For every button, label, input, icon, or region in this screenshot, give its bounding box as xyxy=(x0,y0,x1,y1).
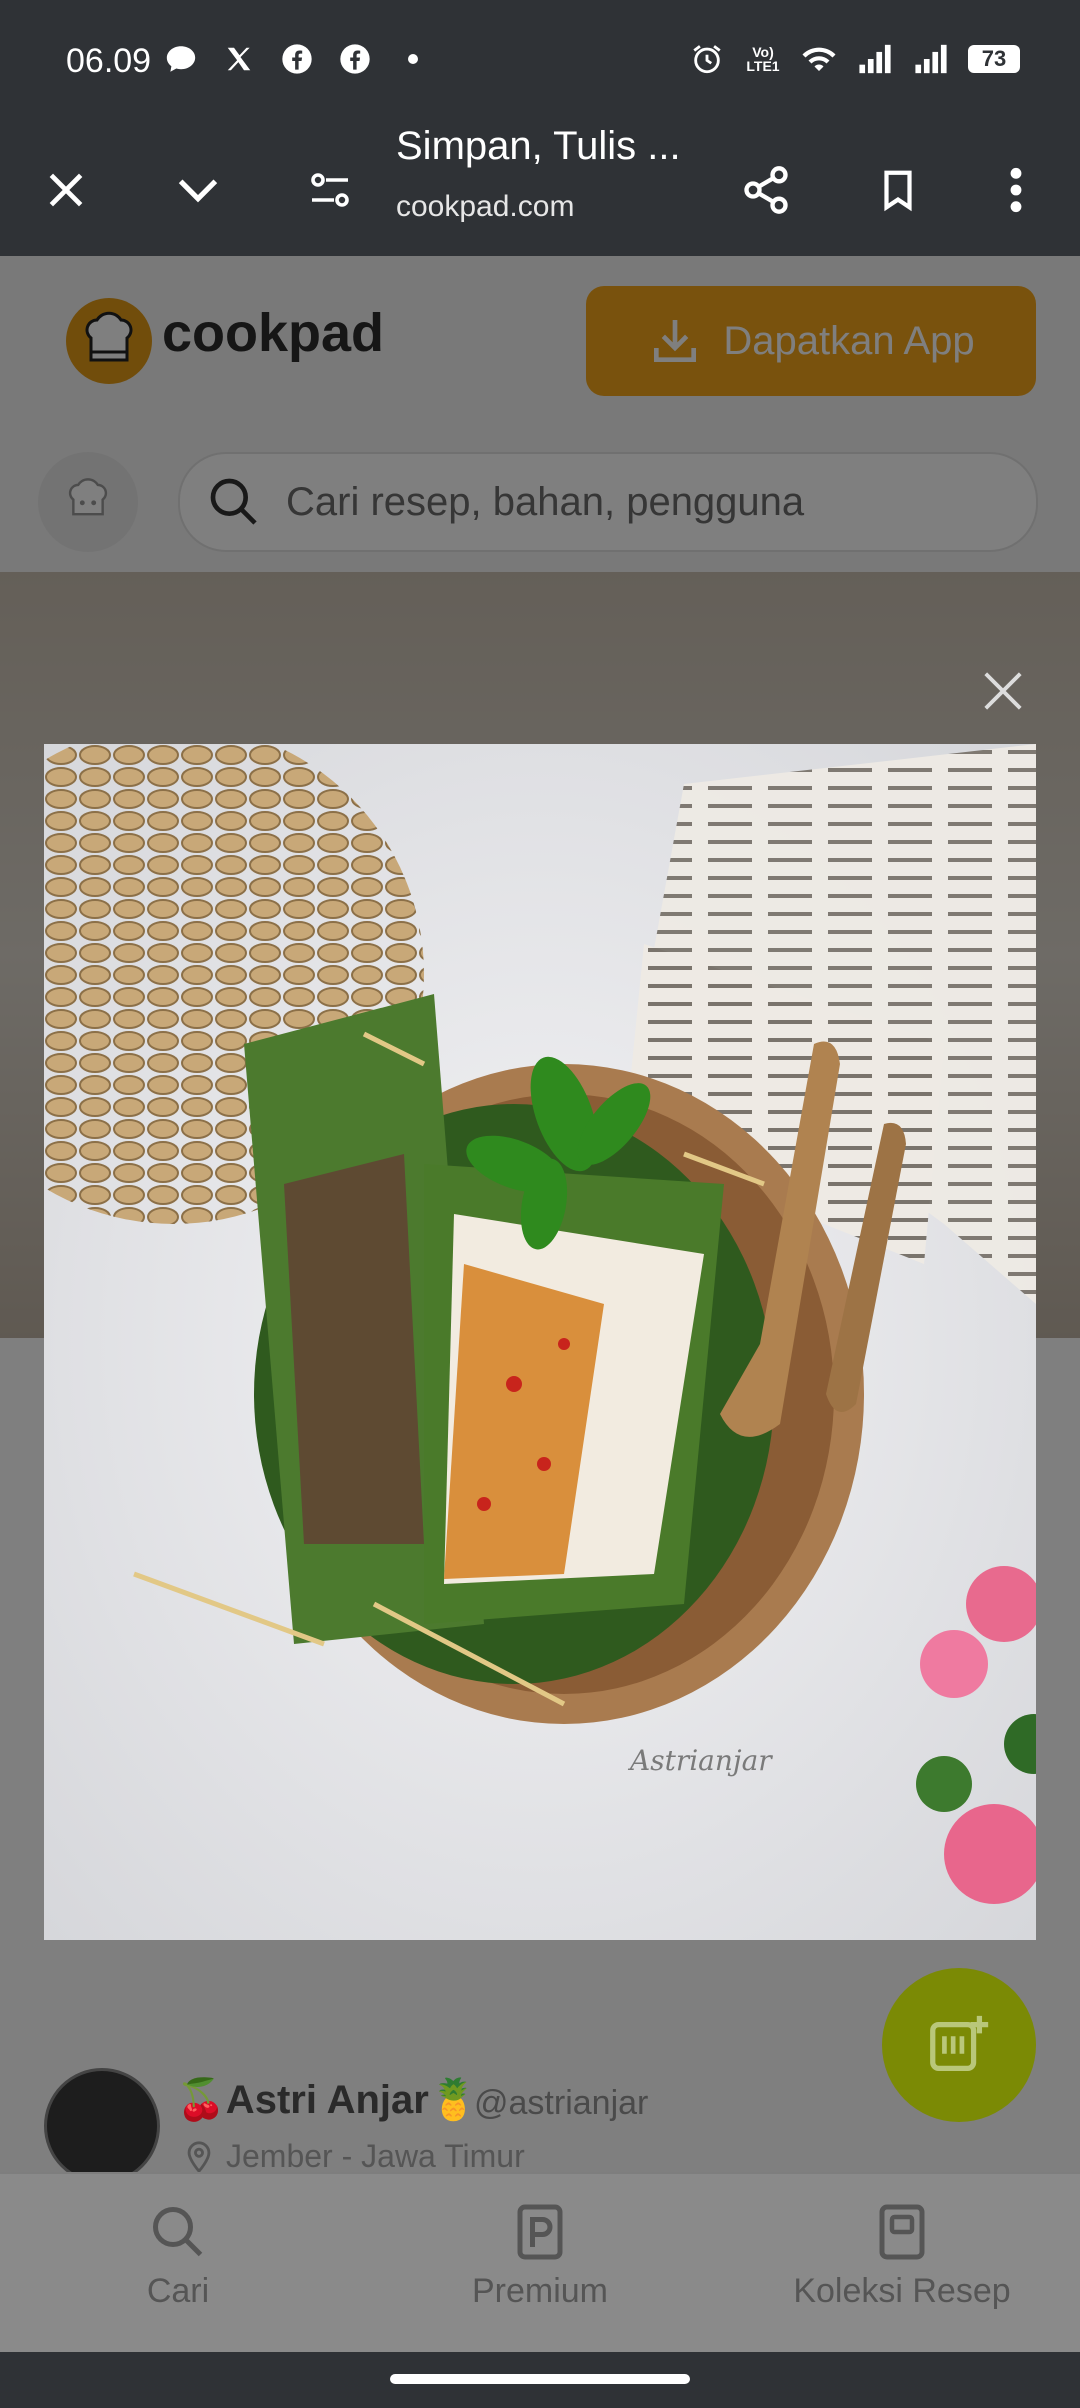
battery-indicator: 73 xyxy=(968,45,1020,73)
minimize-button[interactable] xyxy=(160,152,236,228)
status-time: 06.09 xyxy=(66,42,152,80)
status-bar: 06.09 Vo) LTE1 73 xyxy=(0,0,1080,124)
notification-icons xyxy=(162,40,432,78)
nav-label-search: Cari xyxy=(146,2272,210,2310)
chat-bubble-icon xyxy=(162,40,200,78)
bookmark-icon xyxy=(884,170,912,212)
facebook-icon xyxy=(278,40,316,78)
signal-icon xyxy=(856,40,894,78)
nav-label-recipe-collection: Koleksi Resep xyxy=(793,2272,1011,2310)
share-button[interactable] xyxy=(728,152,804,228)
alarm-icon xyxy=(688,40,726,78)
tune-icon xyxy=(311,173,349,207)
close-lightbox-button[interactable] xyxy=(980,668,1026,714)
author-avatar[interactable] xyxy=(44,2068,160,2184)
more-options-button[interactable] xyxy=(978,152,1054,228)
author-handle[interactable]: @astrianjar xyxy=(474,2084,648,2123)
x-logo-icon xyxy=(220,40,258,78)
close-tab-button[interactable] xyxy=(28,152,104,228)
nav-label-premium: Premium xyxy=(471,2272,609,2310)
nav-item-recipe-collection[interactable]: Koleksi Resep xyxy=(752,2202,1052,2311)
site-settings-button[interactable] xyxy=(292,152,368,228)
dot-icon xyxy=(394,40,432,78)
premium-icon xyxy=(517,2204,563,2260)
search-icon xyxy=(153,2207,203,2257)
recipe-photo: Astrianjar xyxy=(44,744,1036,1940)
volte-icon: Vo) LTE1 xyxy=(746,44,780,74)
home-gesture-handle[interactable] xyxy=(390,2374,690,2384)
more-vertical-icon xyxy=(1010,167,1022,213)
system-icons: Vo) LTE1 73 xyxy=(688,40,1020,78)
recipe-add-icon xyxy=(930,2015,989,2071)
author-name[interactable]: 🍒Astri Anjar🍍 xyxy=(176,2076,479,2123)
page-title: Simpan, Tulis ... xyxy=(396,124,681,168)
close-icon xyxy=(984,672,1022,710)
nav-item-premium[interactable]: Premium xyxy=(390,2202,690,2311)
bottom-navigation: Cari Premium Koleksi Resep xyxy=(0,2172,1080,2354)
food-photo-illustration xyxy=(44,744,1036,1940)
nav-item-search[interactable]: Cari xyxy=(28,2202,328,2311)
add-to-collection-button[interactable] xyxy=(882,1968,1036,2122)
bookmark-button[interactable] xyxy=(860,152,936,228)
chevron-down-icon xyxy=(178,179,218,203)
signal-icon xyxy=(912,40,950,78)
facebook-icon xyxy=(336,40,374,78)
recipe-collection-icon xyxy=(879,2204,925,2260)
share-icon xyxy=(744,166,788,214)
photo-watermark: Astrianjar xyxy=(630,1744,772,1777)
close-icon xyxy=(49,173,83,207)
wifi-icon xyxy=(800,40,838,78)
author-location: Jember - Jawa Timur xyxy=(226,2138,525,2174)
page-url: cookpad.com xyxy=(396,190,575,223)
